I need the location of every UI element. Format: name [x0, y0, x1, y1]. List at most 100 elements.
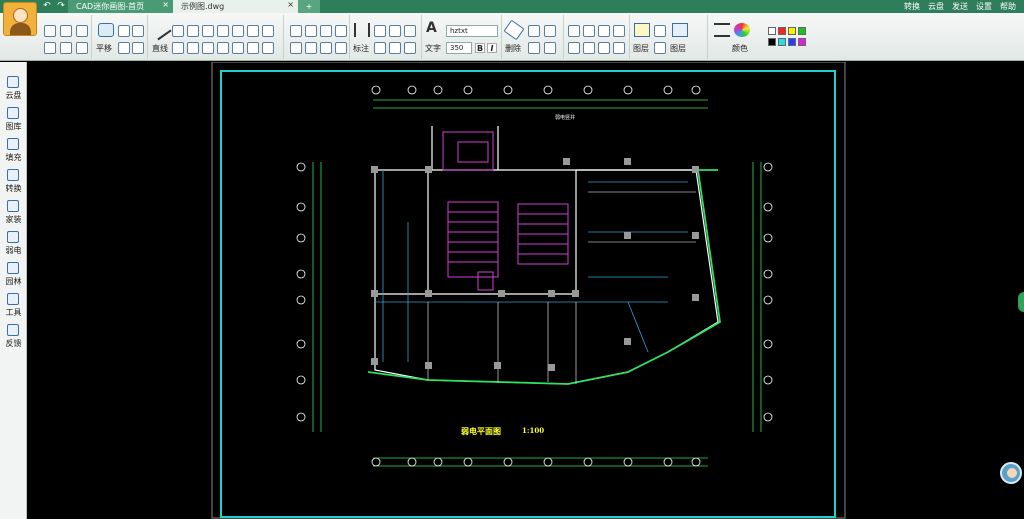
layer-lock-icon[interactable] [654, 42, 666, 54]
panel-expand-handle[interactable] [1018, 292, 1024, 312]
rectangle-icon[interactable] [247, 25, 259, 37]
aligned-dim-icon[interactable] [374, 25, 386, 37]
offset-icon[interactable] [290, 42, 302, 54]
pan-icon[interactable] [98, 23, 114, 37]
sidebar-item-cloud[interactable]: 云盘 [0, 74, 27, 104]
drawing-canvas[interactable]: 弱电竖井 [28, 62, 1024, 519]
color-wheel-icon[interactable] [734, 23, 750, 37]
sidebar-item-decor[interactable]: 家装 [0, 198, 27, 228]
color-swatch-white[interactable] [768, 27, 776, 35]
user-avatar[interactable] [1000, 462, 1022, 484]
sidebar-item-library[interactable]: 图库 [0, 105, 27, 135]
arc-icon[interactable] [187, 25, 199, 37]
layer-manager-icon[interactable] [634, 23, 650, 37]
sidebar-item-convert[interactable]: 转换 [0, 167, 27, 197]
sidebar-item-weak-current[interactable]: 弱电 [0, 229, 27, 259]
copy-icon[interactable] [528, 25, 540, 37]
dimension-icon[interactable] [354, 23, 370, 37]
sidebar-item-hatch[interactable]: 填充 [0, 136, 27, 166]
layer-props-icon[interactable] [672, 23, 688, 37]
chamfer-icon[interactable] [320, 25, 332, 37]
explode-icon[interactable] [613, 25, 625, 37]
bold-button[interactable]: B [475, 43, 485, 53]
save-icon[interactable] [60, 25, 72, 37]
triangle-icon[interactable] [172, 42, 184, 54]
close-icon[interactable]: × [287, 0, 294, 9]
axis-bubbles [296, 85, 773, 467]
spline-icon[interactable] [217, 25, 229, 37]
ray-icon[interactable] [262, 42, 274, 54]
menu-cloud[interactable]: 云盘 [928, 0, 944, 13]
color-swatch-blue[interactable] [788, 38, 796, 46]
text-size-select[interactable]: 350 [446, 42, 472, 54]
fillet-icon[interactable] [335, 25, 347, 37]
arc-dim-icon[interactable] [404, 42, 416, 54]
radius-dim-icon[interactable] [374, 42, 386, 54]
sidebar-item-tools[interactable]: 工具 [0, 291, 27, 321]
zoom-in-icon[interactable] [118, 25, 130, 37]
color-swatch-black[interactable] [768, 38, 776, 46]
print-icon[interactable] [76, 25, 88, 37]
polyline-icon[interactable] [172, 25, 184, 37]
layer-on-icon[interactable] [654, 25, 666, 37]
color-swatch-red[interactable] [778, 27, 786, 35]
color-swatch-green[interactable] [798, 27, 806, 35]
trim-icon[interactable] [290, 25, 302, 37]
scale-icon[interactable] [335, 42, 347, 54]
text-style-select[interactable]: hztxt [446, 25, 498, 37]
stretch-icon[interactable] [583, 25, 595, 37]
point-icon[interactable] [262, 25, 274, 37]
zoom-extent-icon[interactable] [132, 42, 144, 54]
lineweight-icon[interactable] [714, 23, 730, 37]
array-icon[interactable] [305, 42, 317, 54]
polygon-icon[interactable] [187, 42, 199, 54]
paste-icon[interactable] [544, 25, 556, 37]
menu-help[interactable]: 帮助 [1000, 0, 1016, 13]
undo-icon[interactable]: ↶ [40, 0, 54, 13]
sidebar-item-garden[interactable]: 园林 [0, 260, 27, 290]
match-props-icon[interactable] [544, 42, 556, 54]
menu-send[interactable]: 发送 [952, 0, 968, 13]
export-icon[interactable] [60, 42, 72, 54]
cut-icon[interactable] [528, 42, 540, 54]
close-icon[interactable]: × [162, 0, 169, 9]
drawing-title: 弱电平面图 [461, 426, 501, 436]
open-file-icon[interactable] [44, 42, 56, 54]
zoom-window-icon[interactable] [118, 42, 130, 54]
menu-settings[interactable]: 设置 [976, 0, 992, 13]
circle-icon[interactable] [232, 25, 244, 37]
sidebar-item-feedback[interactable]: 反馈 [0, 322, 27, 352]
measure-icon[interactable] [598, 42, 610, 54]
app-logo[interactable] [3, 2, 37, 36]
mirror-icon[interactable] [320, 42, 332, 54]
ellipse-icon[interactable] [202, 25, 214, 37]
text-tool-icon[interactable]: A [426, 21, 442, 35]
insert-icon[interactable] [583, 42, 595, 54]
move-icon[interactable] [568, 25, 580, 37]
freehand-icon[interactable] [217, 42, 229, 54]
angle-dim-icon[interactable] [389, 25, 401, 37]
color-swatch-magenta[interactable] [798, 38, 806, 46]
zoom-out-icon[interactable] [132, 25, 144, 37]
tab-drawing[interactable]: 示例图.dwg × [173, 0, 298, 13]
share-icon[interactable] [76, 42, 88, 54]
extend-icon[interactable] [305, 25, 317, 37]
continue-dim-icon[interactable] [404, 25, 416, 37]
redo-icon[interactable]: ↷ [54, 0, 68, 13]
block-icon[interactable] [568, 42, 580, 54]
diagonal-icon[interactable] [247, 42, 259, 54]
italic-button[interactable]: I [487, 43, 497, 53]
erase-icon[interactable] [503, 19, 525, 41]
area-icon[interactable] [613, 42, 625, 54]
new-tab-button[interactable]: + [298, 0, 320, 13]
tab-home[interactable]: CAD迷你画图-首页 × [68, 0, 173, 13]
new-file-icon[interactable] [44, 25, 56, 37]
color-swatch-yellow[interactable] [788, 27, 796, 35]
diameter-dim-icon[interactable] [389, 42, 401, 54]
color-swatch-cyan[interactable] [778, 38, 786, 46]
line-icon[interactable] [150, 19, 172, 41]
hatch-tool-icon[interactable] [232, 42, 244, 54]
rotate-icon[interactable] [598, 25, 610, 37]
menu-convert[interactable]: 转换 [904, 0, 920, 13]
cloud-line-icon[interactable] [202, 42, 214, 54]
